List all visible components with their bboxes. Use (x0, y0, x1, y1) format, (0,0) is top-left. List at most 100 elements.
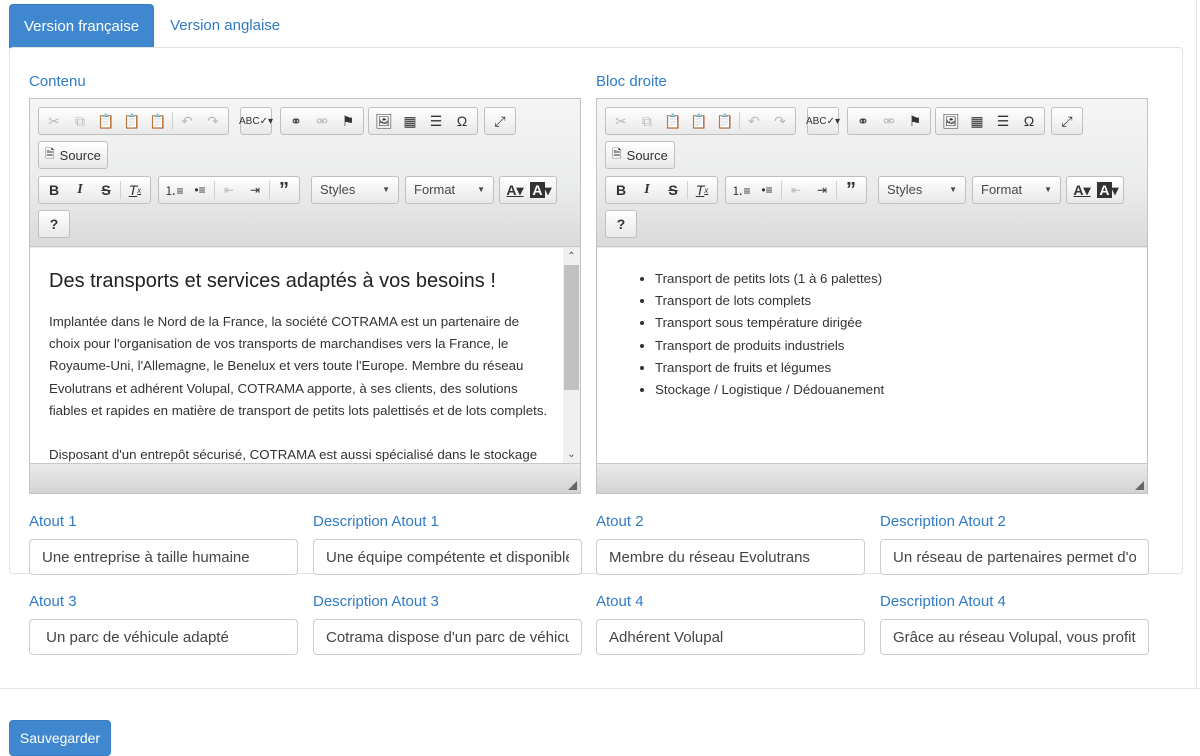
indent-icon[interactable]: ⇥ (809, 178, 835, 202)
strikethrough-icon[interactable]: S (660, 178, 686, 202)
text-color-icon[interactable]: A▾ (502, 178, 528, 202)
atout-4-input[interactable] (596, 619, 865, 655)
blockquote-icon[interactable]: ” (838, 178, 864, 202)
paste-icon[interactable]: 📋 (660, 109, 686, 133)
remove-format-icon[interactable]: Tx (689, 178, 715, 202)
paste-text-icon[interactable]: 📋 (119, 109, 145, 133)
tab-version-anglaise[interactable]: Version anglaise (156, 4, 294, 48)
tab-version-francaise[interactable]: Version française (9, 4, 155, 48)
format-dropdown[interactable]: Format ▼ (405, 176, 494, 204)
bloc-droite-content-area[interactable]: Transport de petits lots (1 à 6 palettes… (597, 248, 1147, 463)
table-icon[interactable]: ▦ (397, 109, 423, 133)
editor-toolbar: ✂ ⧉ 📋 📋 📋 ↶ ↷ ABC✓▾ ⚭ ⚮ ⚑ 🖼 ▦ ☰ Ω ⤢ 🗎 So… (30, 99, 580, 247)
scrollbar[interactable]: ⌃ ⌄ (563, 248, 580, 463)
atout-2-label: Atout 2 (596, 513, 644, 530)
italic-icon[interactable]: I (634, 178, 660, 202)
link-icon[interactable]: ⚭ (850, 109, 876, 133)
resize-handle-icon[interactable] (568, 481, 577, 490)
editor-statusbar (30, 463, 580, 493)
description-atout-3-input[interactable] (313, 619, 582, 655)
special-char-omega-icon[interactable]: Ω (449, 109, 475, 133)
scroll-down-icon[interactable]: ⌄ (563, 446, 580, 463)
numbered-list-icon[interactable]: ⒈≡ (161, 178, 187, 202)
cut-icon[interactable]: ✂ (608, 109, 634, 133)
color-group: A▾ A ▾ (499, 176, 557, 204)
cut-icon[interactable]: ✂ (41, 109, 67, 133)
special-char-omega-icon[interactable]: Ω (1016, 109, 1042, 133)
table-icon[interactable]: ▦ (964, 109, 990, 133)
separator (687, 181, 688, 199)
image-icon[interactable]: 🖼 (371, 109, 397, 133)
italic-icon[interactable]: I (67, 178, 93, 202)
scroll-up-icon[interactable]: ⌃ (563, 248, 580, 265)
spellcheck-icon[interactable]: ABC✓▾ (806, 109, 840, 133)
description-atout-4-input[interactable] (880, 619, 1149, 655)
help-button[interactable]: ? (605, 210, 637, 238)
copy-icon[interactable]: ⧉ (634, 109, 660, 133)
description-atout-1-label: Description Atout 1 (313, 513, 439, 530)
undo-icon[interactable]: ↶ (741, 109, 767, 133)
background-color-icon[interactable]: A ▾ (1095, 178, 1121, 202)
horizontal-rule-icon[interactable]: ☰ (423, 109, 449, 133)
unlink-icon[interactable]: ⚮ (876, 109, 902, 133)
remove-format-icon[interactable]: Tx (122, 178, 148, 202)
color-group: A▾ A ▾ (1066, 176, 1124, 204)
maximize-icon[interactable]: ⤢ (487, 109, 513, 133)
contenu-content-area[interactable]: Des transports et services adaptés à vos… (30, 248, 580, 463)
paste-text-icon[interactable]: 📋 (686, 109, 712, 133)
format-dropdown[interactable]: Format ▼ (972, 176, 1061, 204)
description-atout-1-input[interactable] (313, 539, 582, 575)
atout-1-input[interactable] (29, 539, 298, 575)
atout-3-label: Atout 3 (29, 593, 77, 610)
image-icon[interactable]: 🖼 (938, 109, 964, 133)
atout-2-input[interactable] (596, 539, 865, 575)
help-button[interactable]: ? (38, 210, 70, 238)
redo-icon[interactable]: ↷ (767, 109, 793, 133)
list-item: Transport de petits lots (1 à 6 palettes… (655, 268, 884, 290)
source-label: Source (59, 147, 101, 163)
paste-word-icon[interactable]: 📋 (145, 109, 171, 133)
undo-icon[interactable]: ↶ (174, 109, 200, 133)
source-button[interactable]: 🗎 Source (38, 141, 108, 169)
paste-word-icon[interactable]: 📋 (712, 109, 738, 133)
redo-icon[interactable]: ↷ (200, 109, 226, 133)
description-atout-4-label: Description Atout 4 (880, 593, 1006, 610)
help-icon: ? (616, 216, 626, 232)
contenu-editor: ✂ ⧉ 📋 📋 📋 ↶ ↷ ABC✓▾ ⚭ ⚮ ⚑ 🖼 ▦ ☰ Ω ⤢ 🗎 So… (29, 98, 581, 494)
bold-icon[interactable]: B (41, 178, 67, 202)
scroll-thumb[interactable] (564, 265, 579, 390)
styles-dropdown[interactable]: Styles ▼ (878, 176, 966, 204)
source-button[interactable]: 🗎 Source (605, 141, 675, 169)
clipboard-group: ✂ ⧉ 📋 📋 📋 ↶ ↷ (38, 107, 229, 135)
bulleted-list-icon[interactable]: •≡ (754, 178, 780, 202)
link-group: ⚭ ⚮ ⚑ (280, 107, 364, 135)
bold-icon[interactable]: B (608, 178, 634, 202)
services-list: Transport de petits lots (1 à 6 palettes… (637, 268, 884, 401)
horizontal-rule-icon[interactable]: ☰ (990, 109, 1016, 133)
paste-icon[interactable]: 📋 (93, 109, 119, 133)
resize-handle-icon[interactable] (1135, 481, 1144, 490)
styles-dropdown[interactable]: Styles ▼ (311, 176, 399, 204)
unlink-icon[interactable]: ⚮ (309, 109, 335, 133)
outdent-icon[interactable]: ⇤ (216, 178, 242, 202)
maximize-icon[interactable]: ⤢ (1054, 109, 1080, 133)
description-atout-2-input[interactable] (880, 539, 1149, 575)
editor-toolbar: ✂ ⧉ 📋 📋 📋 ↶ ↷ ABC✓▾ ⚭ ⚮ ⚑ 🖼 ▦ ☰ Ω ⤢ 🗎 So… (597, 99, 1147, 247)
atout-3-input[interactable] (29, 619, 298, 655)
bulleted-list-icon[interactable]: •≡ (187, 178, 213, 202)
outdent-icon[interactable]: ⇤ (783, 178, 809, 202)
text-color-icon[interactable]: A▾ (1069, 178, 1095, 202)
strikethrough-icon[interactable]: S (93, 178, 119, 202)
spellcheck-icon[interactable]: ABC✓▾ (239, 109, 273, 133)
indent-icon[interactable]: ⇥ (242, 178, 268, 202)
copy-icon[interactable]: ⧉ (67, 109, 93, 133)
background-color-icon[interactable]: A ▾ (528, 178, 554, 202)
anchor-flag-icon[interactable]: ⚑ (902, 109, 928, 133)
separator (781, 181, 782, 199)
anchor-flag-icon[interactable]: ⚑ (335, 109, 361, 133)
link-icon[interactable]: ⚭ (283, 109, 309, 133)
paragraph-group: ⒈≡ •≡ ⇤ ⇥ ” (158, 176, 300, 204)
save-button[interactable]: Sauvegarder (9, 720, 111, 756)
blockquote-icon[interactable]: ” (271, 178, 297, 202)
numbered-list-icon[interactable]: ⒈≡ (728, 178, 754, 202)
